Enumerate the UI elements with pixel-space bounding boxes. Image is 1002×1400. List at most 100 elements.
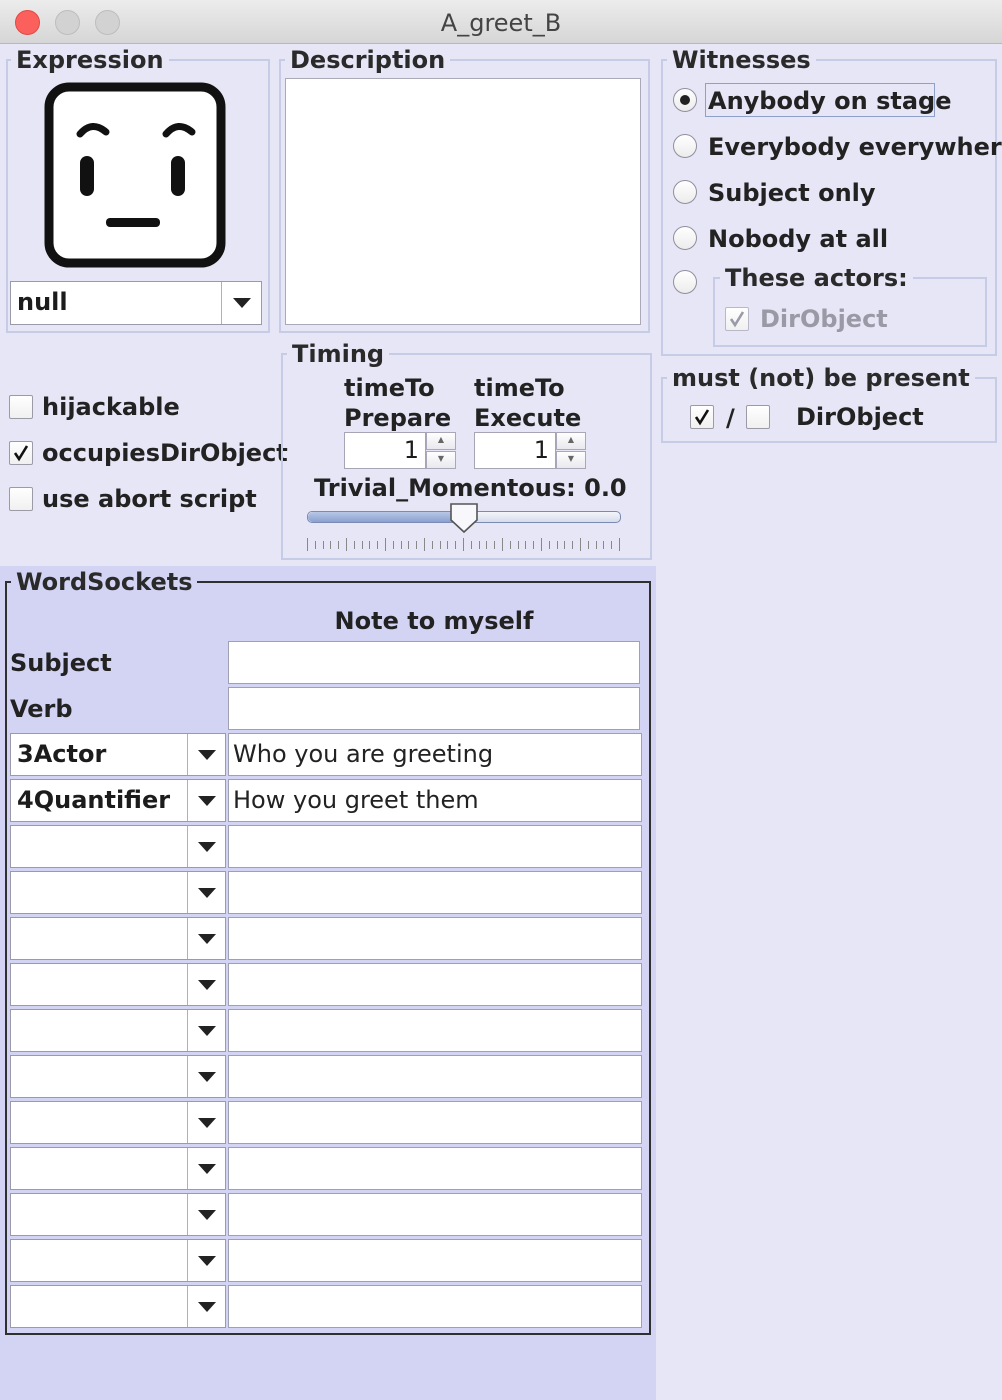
time-to-prepare-field[interactable]: 1 bbox=[344, 432, 426, 469]
witness-subject-only-radio[interactable] bbox=[673, 180, 697, 204]
hijackable-checkbox[interactable] bbox=[9, 395, 33, 419]
time-to-execute-field[interactable]: 1 bbox=[474, 432, 556, 469]
slider-tick bbox=[595, 541, 597, 549]
chevron-down-icon[interactable] bbox=[187, 1240, 225, 1281]
socket-combo-value bbox=[11, 1240, 17, 1281]
slider-tick bbox=[611, 541, 613, 549]
socket-combo-value bbox=[11, 826, 17, 867]
socket-note-field[interactable] bbox=[228, 1147, 642, 1190]
chevron-down-icon[interactable] bbox=[187, 734, 225, 775]
occupies-dir-object-checkbox[interactable] bbox=[9, 441, 33, 465]
slider-tick bbox=[447, 541, 449, 549]
timing-group-title: Timing bbox=[287, 340, 390, 368]
socket-combo[interactable] bbox=[10, 963, 226, 1006]
socket-combo-value bbox=[11, 1010, 17, 1051]
slider-tick bbox=[548, 541, 550, 549]
slider-tick bbox=[377, 541, 379, 549]
verb-note-field[interactable] bbox=[228, 687, 640, 730]
socket-note-field[interactable] bbox=[228, 825, 642, 868]
chevron-down-icon[interactable] bbox=[187, 964, 225, 1005]
socket-note-field[interactable] bbox=[228, 1239, 642, 1282]
witnesses-group-title: Witnesses bbox=[667, 46, 816, 74]
chevron-down-icon[interactable] bbox=[187, 1102, 225, 1143]
witness-subject-only-label: Subject only bbox=[708, 179, 876, 207]
slider-tick bbox=[502, 538, 503, 551]
these-actors-dirobject-label: DirObject bbox=[760, 305, 888, 333]
socket-note-field[interactable]: Who you are greeting bbox=[228, 733, 642, 776]
presence-actor-label: DirObject bbox=[796, 403, 924, 431]
execute-decrement-button[interactable]: ▼ bbox=[556, 451, 586, 469]
witness-anybody-radio[interactable] bbox=[673, 88, 697, 112]
must-be-present-checkbox[interactable] bbox=[690, 405, 714, 429]
socket-combo[interactable] bbox=[10, 1101, 226, 1144]
slider-tick bbox=[541, 538, 542, 551]
execute-increment-button[interactable]: ▲ bbox=[556, 432, 586, 450]
slider-tick bbox=[470, 541, 472, 549]
subject-note-field[interactable] bbox=[228, 641, 640, 684]
expression-combo[interactable]: null bbox=[10, 281, 262, 325]
slider-tick bbox=[494, 541, 496, 549]
slider-tick bbox=[619, 538, 620, 551]
slider-tick bbox=[603, 541, 605, 549]
slider-tick bbox=[486, 541, 488, 549]
chevron-down-icon[interactable] bbox=[187, 1286, 225, 1327]
socket-combo[interactable] bbox=[10, 1009, 226, 1052]
socket-note-field[interactable] bbox=[228, 871, 642, 914]
slider-tick bbox=[587, 541, 589, 549]
witness-these-actors-radio[interactable] bbox=[673, 270, 697, 294]
chevron-down-icon[interactable] bbox=[187, 872, 225, 913]
verb-row-label: Verb bbox=[10, 695, 73, 723]
chevron-down-icon[interactable] bbox=[187, 1148, 225, 1189]
witness-nobody-radio[interactable] bbox=[673, 226, 697, 250]
socket-combo-value: 4Quantifier bbox=[17, 786, 171, 814]
socket-combo[interactable] bbox=[10, 871, 226, 914]
socket-note-field[interactable] bbox=[228, 1285, 642, 1328]
checkmark-icon bbox=[13, 445, 29, 462]
slider-tick bbox=[330, 541, 332, 549]
checkmark-icon bbox=[729, 311, 745, 328]
use-abort-script-checkbox[interactable] bbox=[9, 487, 33, 511]
chevron-down-icon[interactable] bbox=[187, 1056, 225, 1097]
socket-combo[interactable]: 4Quantifier bbox=[10, 779, 226, 822]
socket-combo[interactable] bbox=[10, 1147, 226, 1190]
chevron-down-icon[interactable] bbox=[187, 1010, 225, 1051]
slider-tick bbox=[392, 541, 394, 549]
socket-note-field[interactable] bbox=[228, 1193, 642, 1236]
socket-combo[interactable] bbox=[10, 917, 226, 960]
arrow-down-icon: ▼ bbox=[567, 454, 575, 463]
slider-tick bbox=[509, 541, 511, 549]
prepare-increment-button[interactable]: ▲ bbox=[426, 432, 456, 450]
slider-tick bbox=[408, 541, 410, 549]
socket-note-field[interactable]: How you greet them bbox=[228, 779, 642, 822]
prepare-decrement-button[interactable]: ▼ bbox=[426, 451, 456, 469]
socket-note-field[interactable] bbox=[228, 917, 642, 960]
socket-note-field[interactable] bbox=[228, 1055, 642, 1098]
socket-combo[interactable] bbox=[10, 1055, 226, 1098]
socket-note-field[interactable] bbox=[228, 963, 642, 1006]
witness-everybody-radio[interactable] bbox=[673, 134, 697, 158]
socket-combo[interactable] bbox=[10, 1193, 226, 1236]
these-actors-dirobject-checkbox[interactable] bbox=[725, 307, 749, 331]
socket-combo[interactable] bbox=[10, 1239, 226, 1282]
chevron-down-icon[interactable] bbox=[187, 1194, 225, 1235]
arrow-up-icon: ▲ bbox=[437, 435, 445, 444]
chevron-down-icon[interactable] bbox=[187, 918, 225, 959]
socket-combo-value bbox=[11, 964, 17, 1005]
neutral-face-icon bbox=[44, 82, 226, 268]
description-textarea[interactable] bbox=[285, 78, 641, 325]
slider-tick bbox=[517, 541, 519, 549]
chevron-down-icon[interactable] bbox=[187, 826, 225, 867]
socket-note-field[interactable] bbox=[228, 1101, 642, 1144]
time-to-prepare-label-1: timeTo bbox=[344, 374, 435, 402]
socket-note-field[interactable] bbox=[228, 1009, 642, 1052]
socket-combo[interactable]: 3Actor bbox=[10, 733, 226, 776]
slider-thumb[interactable] bbox=[449, 502, 479, 534]
socket-combo[interactable] bbox=[10, 825, 226, 868]
slider-tick bbox=[572, 541, 574, 549]
socket-combo[interactable] bbox=[10, 1285, 226, 1328]
chevron-down-icon[interactable] bbox=[187, 780, 225, 821]
socket-combo-value: 3Actor bbox=[17, 740, 107, 768]
must-not-be-present-checkbox[interactable] bbox=[746, 405, 770, 429]
chevron-down-icon[interactable] bbox=[221, 282, 261, 324]
time-to-execute-label-1: timeTo bbox=[474, 374, 565, 402]
